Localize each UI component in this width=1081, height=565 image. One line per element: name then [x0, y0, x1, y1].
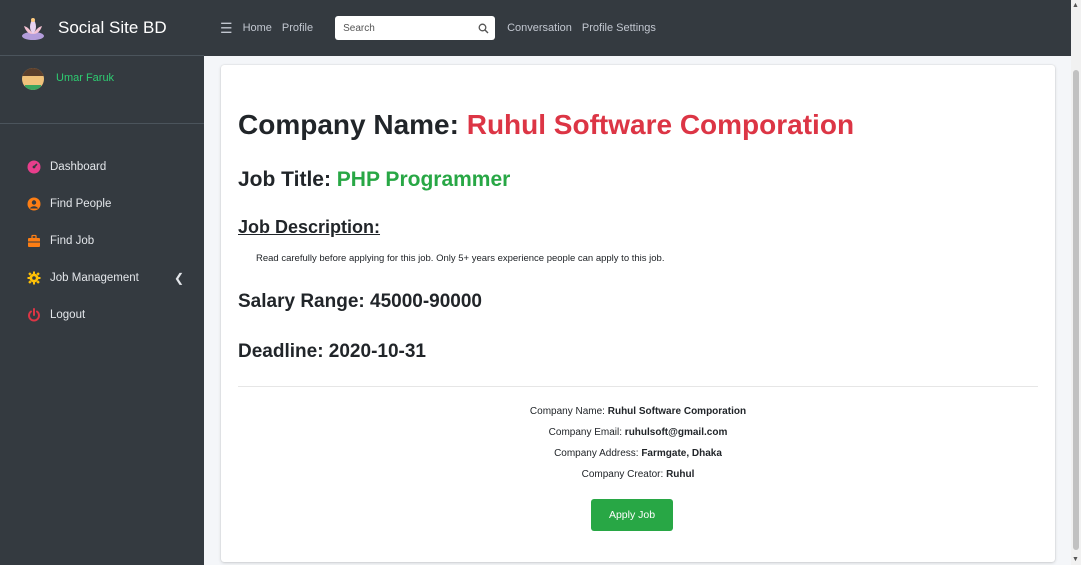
info-label: Company Creator: — [581, 469, 667, 480]
info-value: ruhulsoft@gmail.com — [624, 427, 728, 438]
sidebar-item-label: Logout — [50, 308, 86, 321]
search-icon[interactable] — [477, 22, 489, 34]
deadline: Deadline: 2020-10-31 — [238, 341, 426, 362]
sidebar-item-label: Find People — [50, 197, 112, 210]
info-value: Ruhul Software Comporation — [607, 406, 747, 417]
lotus-logo-icon — [18, 13, 48, 43]
company-info-address: Company Address: Farmgate, Dhaka — [221, 448, 1055, 459]
job-title-label: Job Title: — [238, 168, 337, 191]
job-detail-card: Company Name: Ruhul Software Comporation… — [221, 65, 1055, 562]
job-description-text: Read carefully before applying for this … — [256, 253, 665, 264]
apply-job-button[interactable]: Apply Job — [591, 499, 673, 531]
scroll-down-icon[interactable]: ▼ — [1072, 556, 1079, 563]
sidebar-item-logout[interactable]: Logout — [0, 296, 204, 333]
company-name: Ruhul Software Comporation — [466, 109, 855, 140]
chevron-left-icon[interactable]: ❮ — [174, 271, 184, 285]
search-box — [335, 16, 496, 40]
sidebar-nav: Dashboard Find People Find Job Job Manag… — [0, 148, 204, 333]
brand-title: Social Site BD — [58, 17, 167, 37]
salary-range: Salary Range: 45000-90000 — [238, 291, 482, 312]
sidebar-item-find-job[interactable]: Find Job — [0, 222, 204, 259]
info-label: Company Address: — [554, 448, 642, 459]
power-icon — [27, 307, 41, 322]
sidebar: Social Site BD Umar Faruk Dashboard Find… — [0, 0, 204, 565]
sidebar-item-label: Find Job — [50, 234, 95, 247]
top-navbar: ☰ Home Profile Conversation Profile Sett… — [204, 0, 1081, 56]
company-info-name: Company Name: Ruhul Software Comporation — [221, 406, 1055, 417]
nav-link-profile[interactable]: Profile — [282, 22, 313, 34]
company-info-email: Company Email: ruhulsoft@gmail.com — [221, 427, 1055, 438]
nav-link-conversation[interactable]: Conversation — [507, 22, 572, 34]
info-label: Company Name: — [529, 406, 608, 417]
company-heading: Company Name: Ruhul Software Comporation — [238, 109, 854, 141]
brand-link[interactable]: Social Site BD — [0, 0, 204, 56]
page-scrollbar[interactable]: ▲ ▼ — [1071, 0, 1081, 565]
sidebar-item-label: Job Management — [50, 271, 139, 284]
gear-icon — [27, 271, 41, 285]
nav-link-home[interactable]: Home — [243, 22, 272, 34]
search-input[interactable] — [343, 22, 478, 34]
user-panel[interactable]: Umar Faruk — [0, 56, 204, 124]
briefcase-icon — [27, 234, 41, 248]
divider — [238, 386, 1038, 387]
info-value: Ruhul — [666, 469, 695, 480]
hamburger-icon[interactable]: ☰ — [220, 20, 233, 37]
job-title-value: PHP Programmer — [336, 168, 511, 191]
company-label: Company Name: — [238, 109, 467, 140]
avatar — [22, 68, 44, 90]
scroll-up-icon[interactable]: ▲ — [1072, 2, 1079, 9]
sidebar-item-job-management[interactable]: Job Management ❮ — [0, 259, 204, 296]
job-title-heading: Job Title: PHP Programmer — [238, 168, 510, 192]
job-description-heading: Job Description: — [238, 217, 381, 237]
sidebar-item-label: Dashboard — [50, 160, 107, 173]
dashboard-icon — [27, 160, 41, 174]
info-value: Farmgate, Dhaka — [641, 448, 722, 459]
user-name[interactable]: Umar Faruk — [56, 68, 114, 88]
sidebar-item-find-people[interactable]: Find People — [0, 185, 204, 222]
scrollbar-thumb[interactable] — [1073, 70, 1079, 550]
company-info-creator: Company Creator: Ruhul — [221, 469, 1055, 480]
sidebar-item-dashboard[interactable]: Dashboard — [0, 148, 204, 185]
user-icon — [27, 197, 41, 211]
nav-link-profile-settings[interactable]: Profile Settings — [582, 22, 656, 34]
info-label: Company Email: — [548, 427, 625, 438]
